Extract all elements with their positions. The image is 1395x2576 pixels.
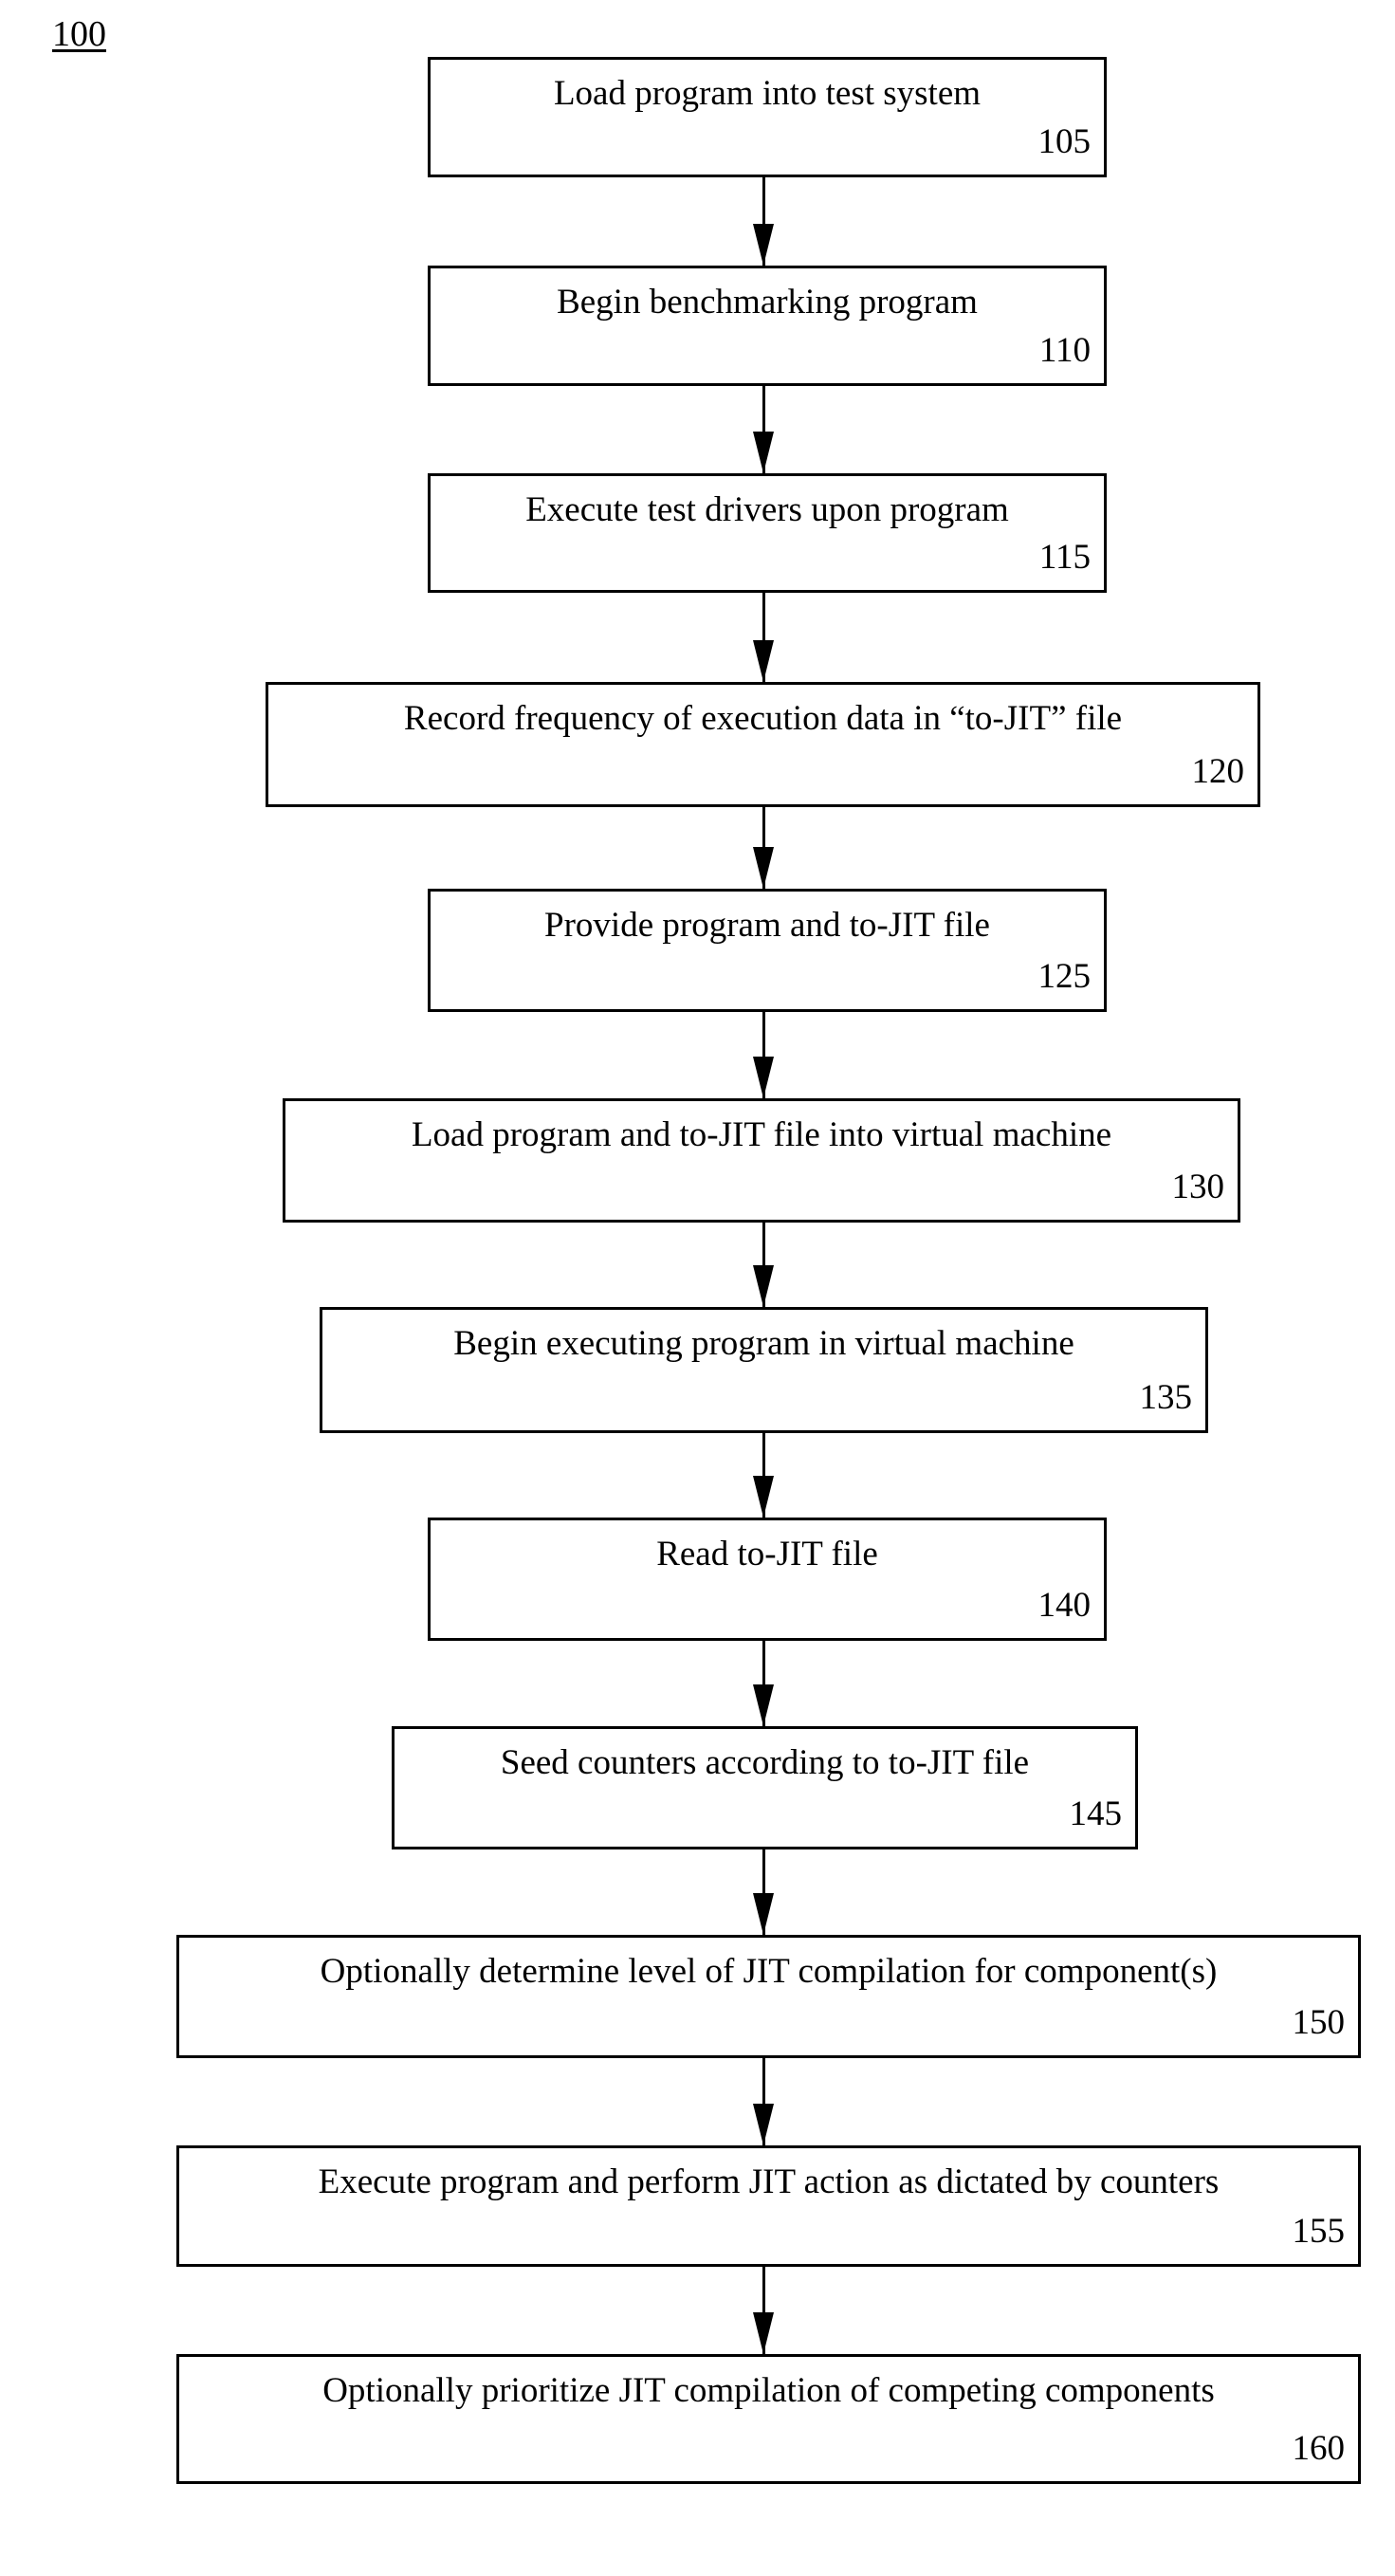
step-box-125: Provide program and to-JIT file 125 <box>428 889 1107 1012</box>
step-ref: 130 <box>1171 1168 1225 1206</box>
step-label: Record frequency of execution data in “t… <box>403 699 1123 738</box>
flow-arrow <box>753 593 774 682</box>
step-box-110: Begin benchmarking program 110 <box>428 266 1107 386</box>
flow-arrow <box>753 1012 774 1098</box>
flow-arrow <box>753 1433 774 1518</box>
flow-arrow <box>753 1641 774 1726</box>
step-box-145: Seed counters according to to-JIT file 1… <box>392 1726 1138 1849</box>
step-ref: 105 <box>1037 122 1092 161</box>
step-box-140: Read to-JIT file 140 <box>428 1518 1107 1641</box>
step-ref: 125 <box>1037 957 1092 996</box>
flow-arrow <box>753 386 774 473</box>
step-ref: 145 <box>1069 1794 1123 1833</box>
step-box-150: Optionally determine level of JIT compil… <box>176 1935 1361 2058</box>
step-label: Execute test drivers upon program <box>525 490 1009 529</box>
step-box-155: Execute program and perform JIT action a… <box>176 2145 1361 2267</box>
step-box-120: Record frequency of execution data in “t… <box>266 682 1260 807</box>
step-label: Load program into test system <box>553 74 982 113</box>
step-ref: 135 <box>1139 1378 1193 1417</box>
step-ref: 115 <box>1038 538 1091 577</box>
step-ref: 160 <box>1292 2429 1346 2468</box>
flow-arrow <box>753 2267 774 2354</box>
flow-arrow <box>753 177 774 266</box>
step-label: Provide program and to-JIT file <box>544 906 990 945</box>
step-label: Seed counters according to to-JIT file <box>500 1743 1030 1782</box>
step-box-115: Execute test drivers upon program 115 <box>428 473 1107 593</box>
flow-arrow <box>753 807 774 889</box>
step-label: Begin executing program in virtual machi… <box>453 1324 1074 1363</box>
flow-arrow <box>753 1223 774 1307</box>
step-box-135: Begin executing program in virtual machi… <box>320 1307 1208 1433</box>
step-box-105: Load program into test system 105 <box>428 57 1107 177</box>
step-label: Execute program and perform JIT action a… <box>318 2162 1220 2201</box>
step-label: Read to-JIT file <box>656 1535 878 1573</box>
figure-number: 100 <box>52 14 106 54</box>
flow-arrow <box>753 2058 774 2145</box>
step-ref: 140 <box>1037 1586 1092 1625</box>
step-label: Optionally determine level of JIT compil… <box>320 1952 1218 1991</box>
step-ref: 150 <box>1292 2003 1346 2042</box>
step-box-130: Load program and to-JIT file into virtua… <box>283 1098 1240 1223</box>
step-ref: 120 <box>1191 752 1245 791</box>
step-label: Begin benchmarking program <box>557 283 978 322</box>
step-ref: 155 <box>1292 2212 1346 2251</box>
step-ref: 110 <box>1038 331 1091 370</box>
step-label: Optionally prioritize JIT compilation of… <box>322 2371 1215 2410</box>
step-box-160: Optionally prioritize JIT compilation of… <box>176 2354 1361 2484</box>
flow-arrow <box>753 1849 774 1935</box>
step-label: Load program and to-JIT file into virtua… <box>411 1115 1112 1154</box>
